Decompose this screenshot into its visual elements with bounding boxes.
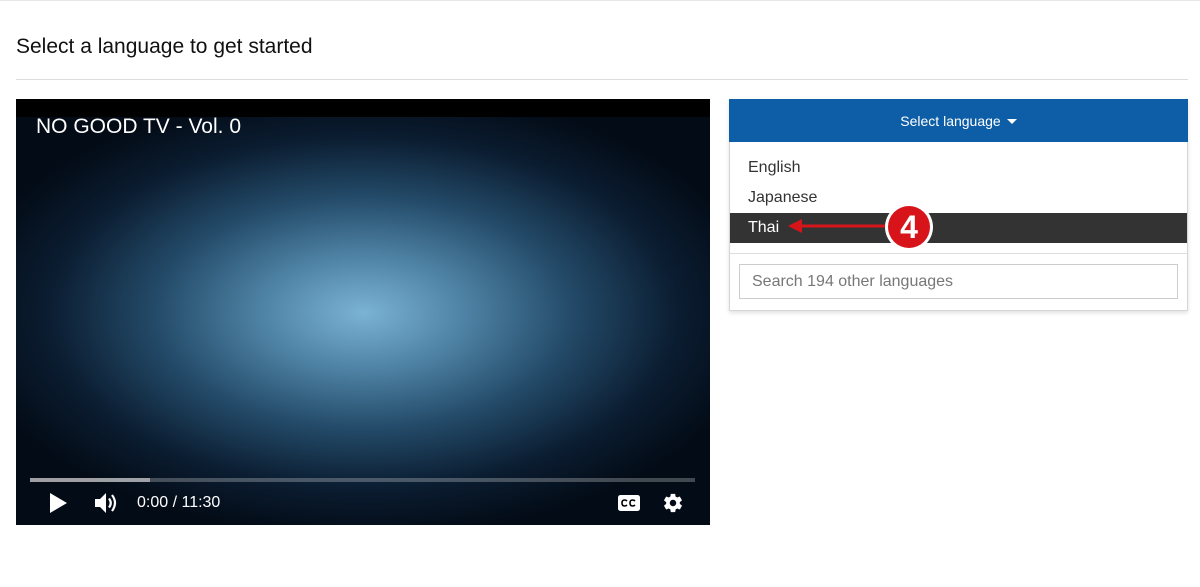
volume-button[interactable] (94, 491, 120, 515)
page-title: Select a language to get started (16, 35, 313, 58)
video-player[interactable]: NO GOOD TV - Vol. 0 0:00 / 11:30 (16, 99, 710, 525)
language-option-thai[interactable]: Thai (730, 213, 1187, 243)
progress-buffered (30, 478, 150, 482)
select-language-label: Select language (900, 112, 1001, 129)
select-language-button[interactable]: Select language (729, 99, 1188, 142)
video-title: NO GOOD TV - Vol. 0 (36, 115, 241, 138)
volume-icon (94, 491, 120, 515)
gear-icon (662, 492, 684, 514)
language-option-label: Japanese (748, 189, 818, 206)
caret-down-icon (1006, 118, 1017, 124)
language-search-input[interactable] (739, 264, 1178, 299)
top-rule (0, 0, 1200, 1)
language-option-label: English (748, 159, 801, 176)
video-frame[interactable] (16, 117, 710, 525)
title-divider (16, 79, 1188, 80)
captions-button[interactable] (617, 494, 641, 512)
language-option-label: Thai (748, 219, 780, 236)
language-option-japanese[interactable]: Japanese (730, 183, 1187, 213)
play-button[interactable] (48, 492, 68, 514)
language-option-english[interactable]: English (730, 153, 1187, 183)
play-icon (48, 492, 68, 514)
language-divider (730, 253, 1187, 254)
settings-button[interactable] (662, 492, 684, 514)
time-display: 0:00 / 11:30 (137, 494, 221, 511)
language-panel: Select language English Japanese Thai (729, 99, 1188, 311)
progress-bar[interactable] (30, 478, 695, 482)
closed-captions-icon (617, 494, 641, 512)
step-badge: 4 (900, 208, 918, 245)
